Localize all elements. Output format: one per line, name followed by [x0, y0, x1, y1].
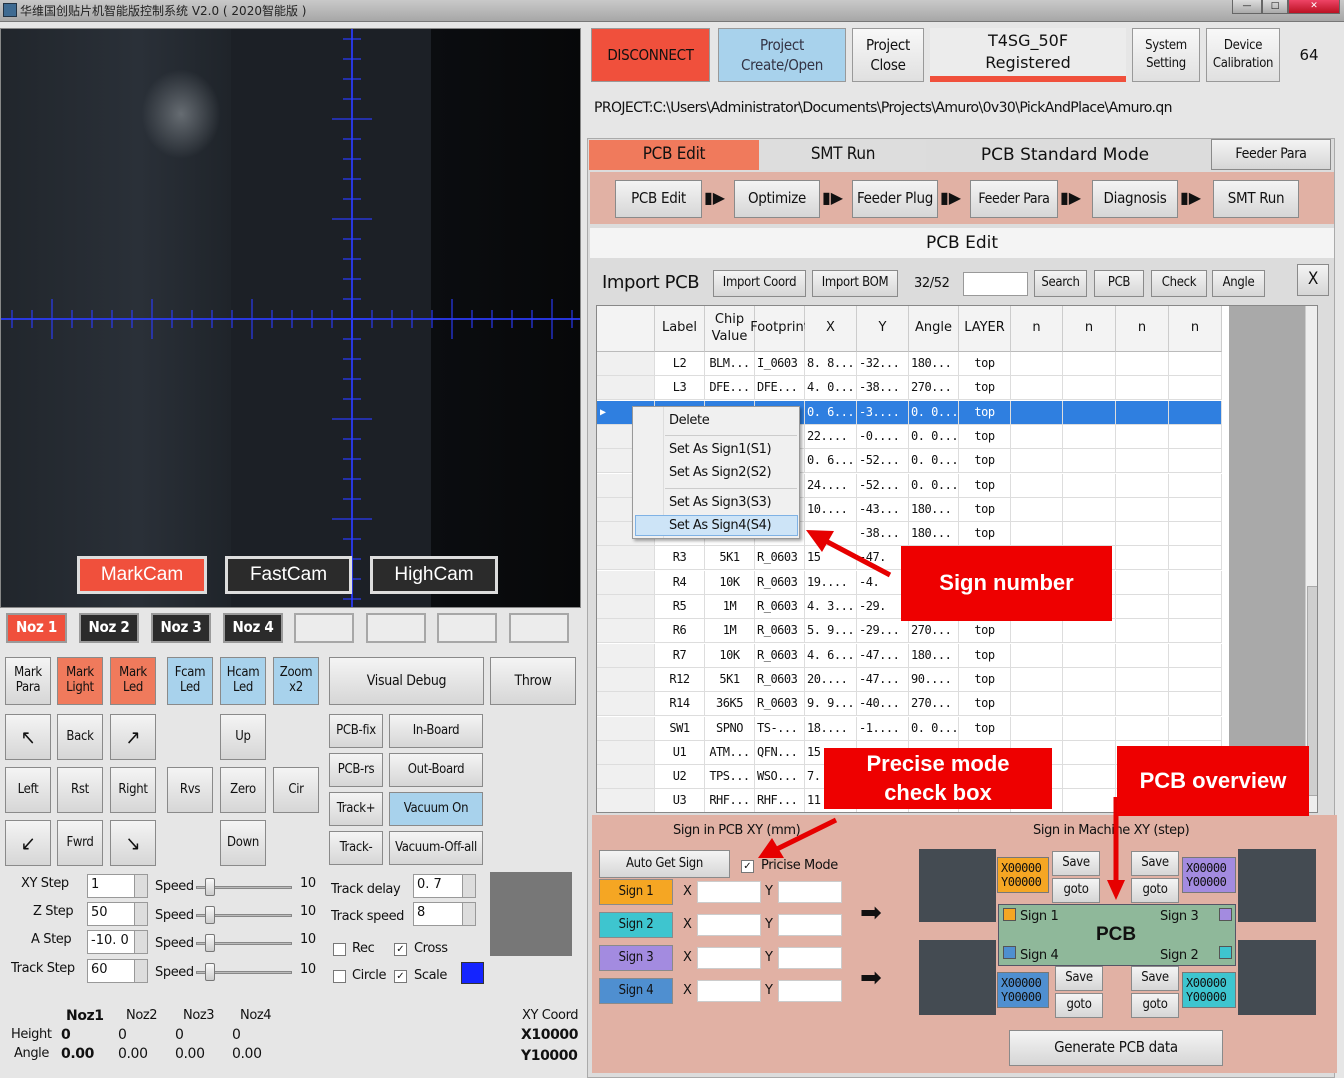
sign-number-callout: Sign number — [901, 546, 1112, 621]
precise-mode-callout: Precise mode check box — [824, 748, 1052, 809]
annotation-arrows — [758, 530, 1125, 900]
pcb-overview-callout: PCB overview — [1117, 746, 1309, 816]
